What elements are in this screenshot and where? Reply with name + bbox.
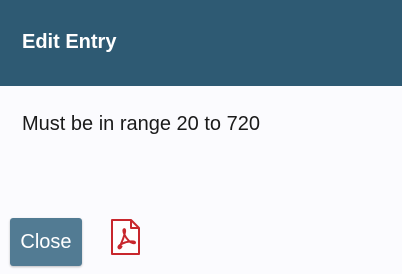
dialog-title: Edit Entry <box>22 31 117 53</box>
validation-message: Must be in range 20 to 720 <box>22 113 260 135</box>
close-button[interactable]: Close <box>10 218 82 266</box>
edit-entry-dialog: Edit Entry Must be in range 20 to 720 Cl… <box>0 0 402 274</box>
pdf-file-icon[interactable] <box>110 219 142 255</box>
dialog-header: Edit Entry <box>0 0 402 86</box>
